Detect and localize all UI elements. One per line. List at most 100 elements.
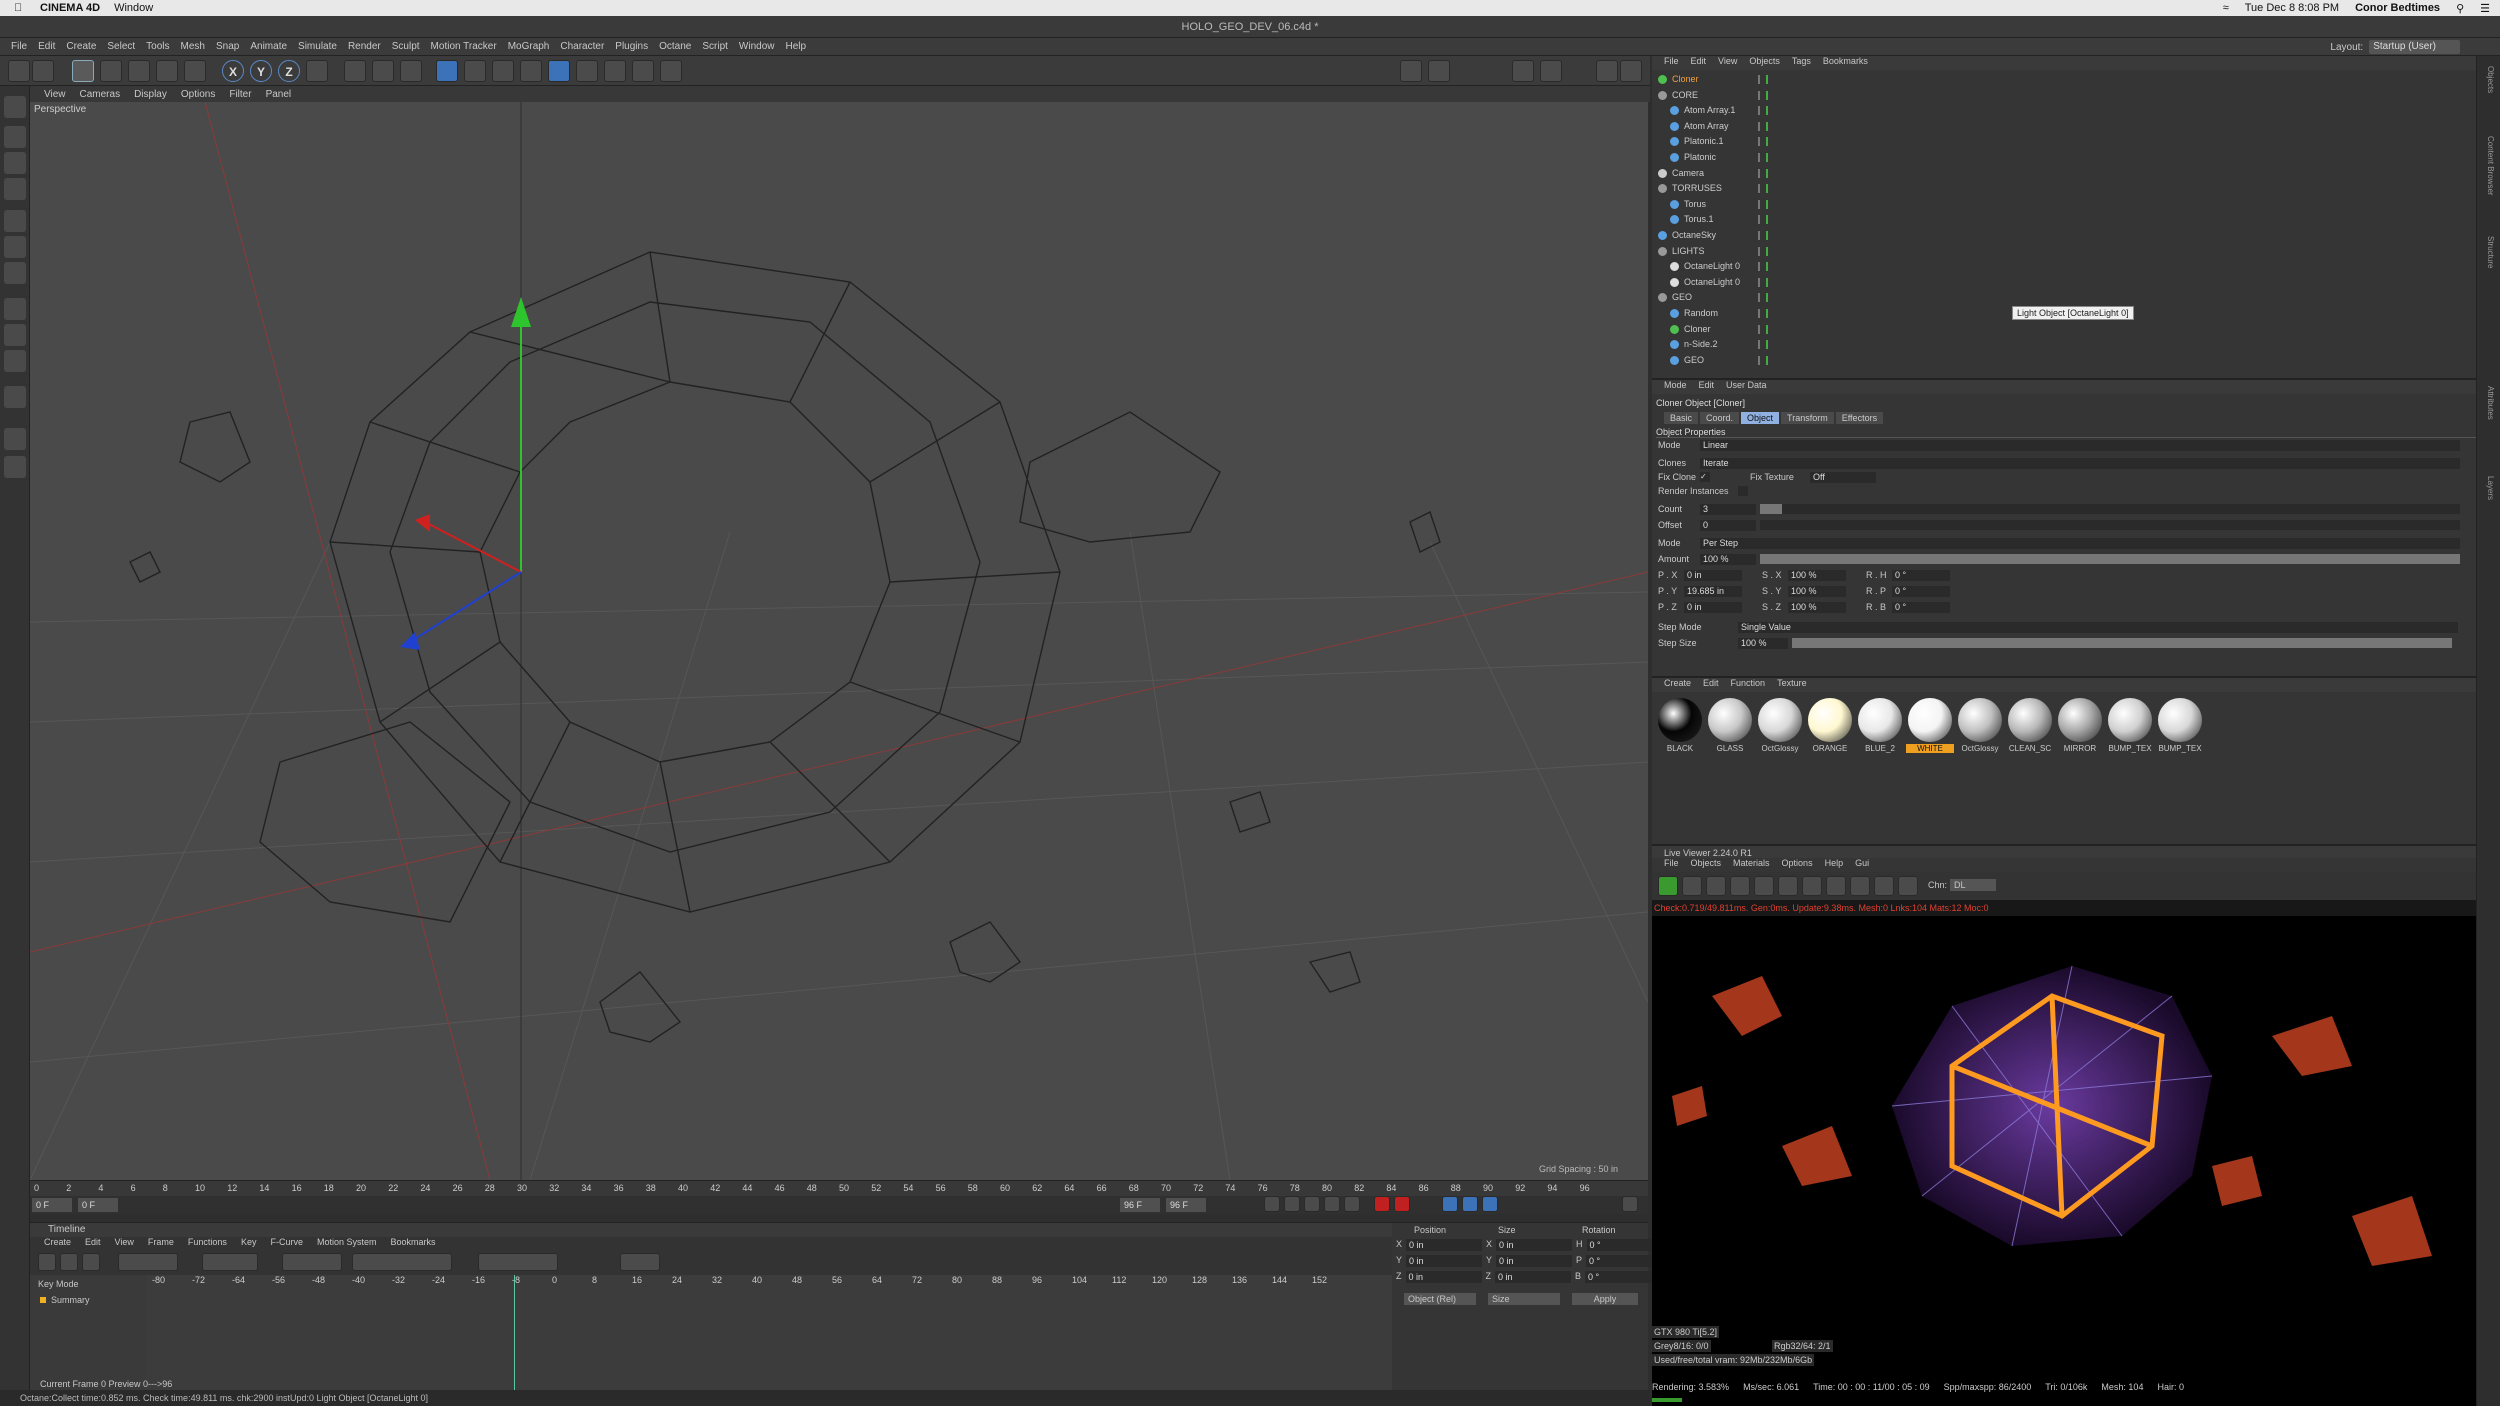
render-settings-icon[interactable]	[400, 60, 422, 82]
clay-mode-icon[interactable]	[1802, 876, 1822, 896]
mat-menu-create[interactable]: Create	[1664, 678, 1691, 692]
offset-slider[interactable]	[1760, 520, 2460, 530]
render-output[interactable]	[1652, 916, 2476, 1326]
next-key-icon[interactable]	[1324, 1196, 1340, 1212]
settings-icon[interactable]	[660, 60, 682, 82]
count-slider[interactable]	[1760, 504, 2460, 514]
viewport-menu-panel[interactable]: Panel	[266, 89, 292, 100]
tab-content-browser[interactable]: Content Browser	[2481, 136, 2495, 196]
tab-structure[interactable]: Structure	[2481, 236, 2495, 268]
lv-menu-objects[interactable]: Objects	[1691, 858, 1722, 872]
z-axis-button[interactable]: Z	[278, 60, 300, 82]
lv-menu-materials[interactable]: Materials	[1733, 858, 1770, 872]
menu-motion-tracker[interactable]: Motion Tracker	[431, 41, 497, 52]
px-field[interactable]: 0 in	[1684, 569, 1742, 581]
tab-transform[interactable]: Transform	[1781, 412, 1834, 424]
restart-icon[interactable]	[1682, 876, 1702, 896]
material-swatch[interactable]: BUMP_TEX	[2156, 698, 2204, 753]
menu-octane[interactable]: Octane	[659, 41, 691, 52]
end-frame-field[interactable]: 96 F	[1166, 1198, 1206, 1212]
rh-field[interactable]: 0 °	[1892, 569, 1950, 581]
visibility-dots-icon[interactable]	[1758, 168, 1768, 178]
material-swatch[interactable]: CLEAN_SC	[2006, 698, 2054, 753]
region-render-icon[interactable]	[1730, 876, 1750, 896]
fcurve-icon[interactable]	[60, 1253, 78, 1271]
octane-live-icon[interactable]	[1512, 60, 1534, 82]
om-menu-view[interactable]: View	[1718, 56, 1737, 70]
step-size-slider[interactable]	[1792, 638, 2452, 648]
pos-y-field[interactable]: 0 in	[1406, 1255, 1483, 1267]
attr-menu-mode[interactable]: Mode	[1664, 380, 1687, 394]
visibility-dots-icon[interactable]	[1758, 324, 1768, 334]
tweak-icon[interactable]	[4, 324, 26, 346]
texture-mode-icon[interactable]	[4, 152, 26, 174]
sx-field[interactable]: 100 %	[1788, 569, 1846, 581]
material-swatch[interactable]: MIRROR	[2056, 698, 2104, 753]
menu-create[interactable]: Create	[66, 41, 96, 52]
pick-material-icon[interactable]	[1898, 876, 1918, 896]
user-name[interactable]: Conor Bedtimes	[2355, 2, 2440, 14]
menu-mesh[interactable]: Mesh	[181, 41, 205, 52]
save-image-icon[interactable]	[1850, 876, 1870, 896]
render-picture-viewer-icon[interactable]	[372, 60, 394, 82]
amount-field[interactable]: 100 %	[1700, 553, 1756, 565]
snap-keys-icon[interactable]	[620, 1253, 660, 1271]
object-row[interactable]: CORE	[1658, 88, 1698, 103]
edges-mode-icon[interactable]	[4, 236, 26, 258]
rot-p-field[interactable]: 0 °	[1586, 1255, 1663, 1267]
tl-menu-bookmarks[interactable]: Bookmarks	[391, 1237, 436, 1251]
visibility-dots-icon[interactable]	[1758, 215, 1768, 225]
lv-menu-gui[interactable]: Gui	[1855, 858, 1869, 872]
object-row[interactable]: GEO	[1658, 290, 1692, 305]
object-row[interactable]: OctaneLight 0	[1670, 259, 1740, 274]
timeline-scrubber[interactable]: 0 F 0 F 96 F 96 F	[30, 1196, 1648, 1214]
timeline-cursor[interactable]	[514, 1275, 515, 1391]
visibility-dots-icon[interactable]	[1758, 90, 1768, 100]
array-icon[interactable]	[520, 60, 542, 82]
fix-clone-checkbox[interactable]: ✓	[1700, 472, 1710, 482]
motion-mode-icon[interactable]	[82, 1253, 100, 1271]
visibility-dots-icon[interactable]	[1758, 199, 1768, 209]
fix-texture-dropdown[interactable]: Off	[1810, 471, 1876, 483]
material-swatch[interactable]: ORANGE	[1806, 698, 1854, 753]
menu-snap[interactable]: Snap	[216, 41, 239, 52]
lv-menu-options[interactable]: Options	[1782, 858, 1813, 872]
model-mode-icon[interactable]	[4, 126, 26, 148]
timeline-ruler[interactable]: 0 2 4 6 8 10 12 14 16 18 20 22 24 26 28 30 32 34 36 38 40 42 4…	[30, 1180, 1648, 1196]
pen-icon[interactable]	[464, 60, 486, 82]
offset-field[interactable]: 0	[1700, 519, 1756, 531]
menu-simulate[interactable]: Simulate	[298, 41, 337, 52]
pz-field[interactable]: 0 in	[1684, 601, 1742, 613]
live-selection-icon[interactable]	[72, 60, 94, 82]
settings-icon[interactable]	[1754, 876, 1774, 896]
layout-dropdown[interactable]: Startup (User)	[2369, 40, 2460, 54]
material-swatch[interactable]: OctGlossy	[1956, 698, 2004, 753]
size-z-field[interactable]: 0 in	[1495, 1271, 1571, 1283]
floor-icon[interactable]	[576, 60, 598, 82]
amount-slider[interactable]	[1760, 554, 2460, 564]
sphere-icon[interactable]	[1826, 876, 1846, 896]
key-break-icon[interactable]	[478, 1253, 558, 1271]
chn-dropdown[interactable]: DL	[1950, 879, 1996, 891]
visibility-dots-icon[interactable]	[1758, 137, 1768, 147]
lv-menu-file[interactable]: File	[1664, 858, 1679, 872]
lock-icon[interactable]	[1778, 876, 1798, 896]
viewport-menu-filter[interactable]: Filter	[229, 89, 251, 100]
visibility-dots-icon[interactable]	[1758, 309, 1768, 318]
move-icon[interactable]	[100, 60, 122, 82]
tl-menu-fcurve[interactable]: F-Curve	[270, 1237, 303, 1251]
dope-sheet-icon[interactable]	[38, 1253, 56, 1271]
apple-icon[interactable]: 	[14, 2, 26, 14]
window-menu[interactable]: Window	[114, 2, 153, 14]
go-to-end-icon[interactable]	[1344, 1196, 1360, 1212]
lock-workplane-icon[interactable]	[4, 386, 26, 408]
timeline-keys-area[interactable]: -80 -72 -64 -56 -48 -40 -32 -24 -16 -8 0 8 16 24 32 40 4…	[146, 1275, 1392, 1391]
grid-icon[interactable]	[4, 428, 26, 450]
tab-layers[interactable]: Layers	[2481, 476, 2495, 500]
om-menu-bookmarks[interactable]: Bookmarks	[1823, 56, 1868, 70]
object-row[interactable]: Torus	[1670, 197, 1706, 212]
visibility-dots-icon[interactable]	[1758, 277, 1768, 287]
octane-object-icon[interactable]	[1596, 60, 1618, 82]
menu-edit[interactable]: Edit	[38, 41, 55, 52]
app-menu[interactable]: CINEMA 4D	[40, 2, 100, 14]
